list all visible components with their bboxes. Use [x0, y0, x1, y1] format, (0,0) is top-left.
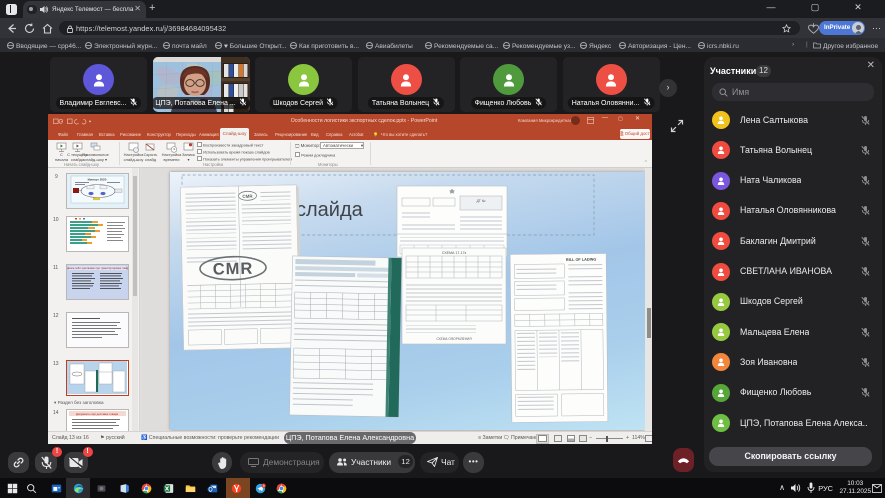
svg-text:Документы при доставке товара: Документы при доставке товара: [76, 412, 118, 416]
svg-text:СХЕМА 17-17к: СХЕМА 17-17к: [442, 251, 467, 255]
svg-text:ДТ №: ДТ №: [477, 199, 486, 203]
svg-text:слайда: слайда: [296, 199, 364, 221]
svg-text:Правила себя чувствовал при тр: Правила себя чувствовал при транспортиро…: [67, 266, 128, 270]
svg-text:BILL OF LADING: BILL OF LADING: [566, 258, 596, 262]
svg-text:CMR: CMR: [242, 194, 253, 199]
svg-text:СХЕМА ОФОРМЛЕНИЯ: СХЕМА ОФОРМЛЕНИЯ: [436, 337, 472, 341]
svg-text:9: 9: [263, 483, 265, 487]
svg-text:Импорт 2020: Импорт 2020: [88, 178, 107, 182]
svg-text:CMR: CMR: [213, 260, 254, 279]
